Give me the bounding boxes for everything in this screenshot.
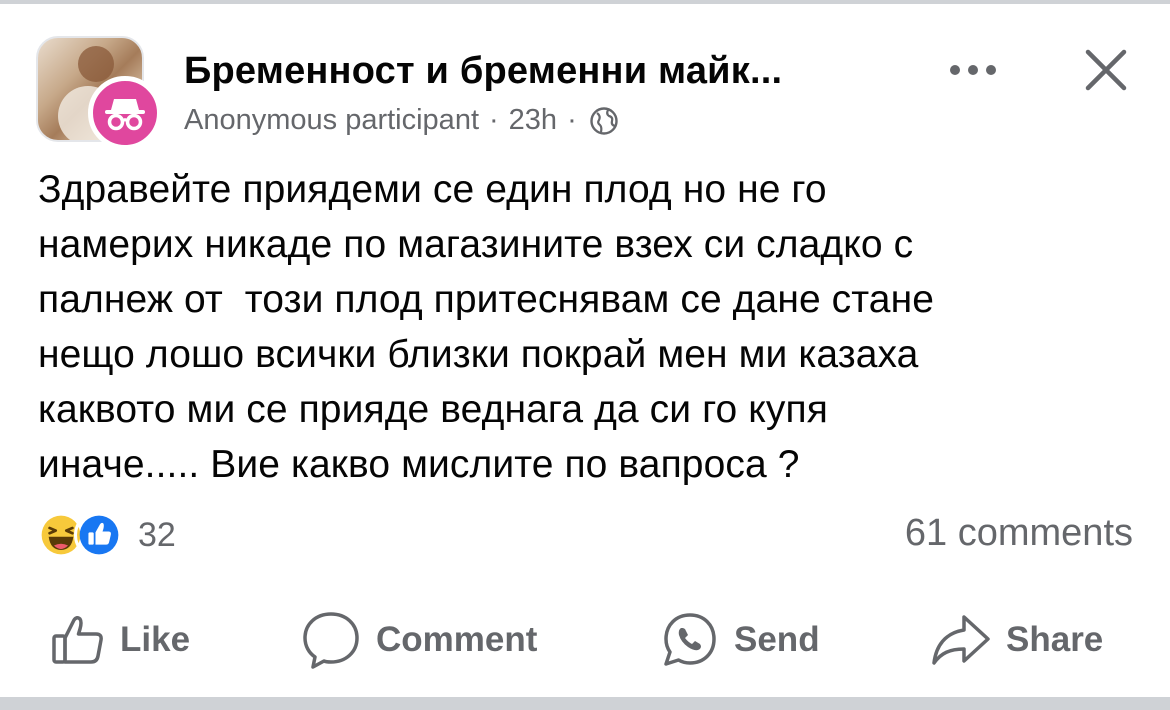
share-label: Share — [1006, 620, 1104, 659]
share-button[interactable]: Share — [930, 604, 1103, 676]
post-actions-bar: Like Comment Send Share — [0, 604, 1170, 676]
group-avatar[interactable] — [36, 34, 166, 150]
anonymous-incognito-icon — [88, 76, 162, 150]
post-body: Здравейте приядеми се един плод но не го… — [38, 168, 935, 486]
comments-count-link[interactable]: 61 comments — [905, 512, 1133, 555]
comment-button[interactable]: Comment — [300, 604, 537, 676]
whatsapp-icon — [664, 613, 716, 666]
meta-separator: · — [489, 104, 499, 136]
send-label: Send — [734, 620, 820, 659]
close-icon — [1085, 49, 1127, 91]
comment-bubble-icon — [303, 612, 359, 669]
post-time[interactable]: 23h — [509, 104, 557, 137]
like-button[interactable]: Like — [50, 604, 190, 676]
meta-separator: · — [567, 104, 577, 136]
post-meta: Anonymous participant · 23h · — [184, 104, 619, 137]
group-name[interactable]: Бременност и бременни майк... — [184, 50, 782, 93]
send-button[interactable]: Send — [660, 604, 820, 676]
author-name[interactable]: Anonymous participant — [184, 104, 479, 137]
close-button[interactable] — [1076, 40, 1136, 100]
comment-label: Comment — [376, 620, 538, 659]
like-icon — [52, 615, 103, 664]
more-options-button[interactable] — [942, 48, 1004, 92]
like-label: Like — [120, 620, 191, 659]
globe-icon — [589, 106, 619, 136]
like-reaction-icon — [74, 510, 124, 560]
share-arrow-icon — [932, 615, 990, 665]
bottom-divider — [0, 697, 1170, 710]
reactions-summary[interactable]: 32 — [36, 508, 176, 562]
reactions-count: 32 — [138, 515, 176, 554]
post-header: Бременност и бременни майк... Anonymous … — [36, 34, 1146, 150]
more-horizontal-icon — [950, 65, 996, 75]
top-divider — [0, 0, 1170, 4]
